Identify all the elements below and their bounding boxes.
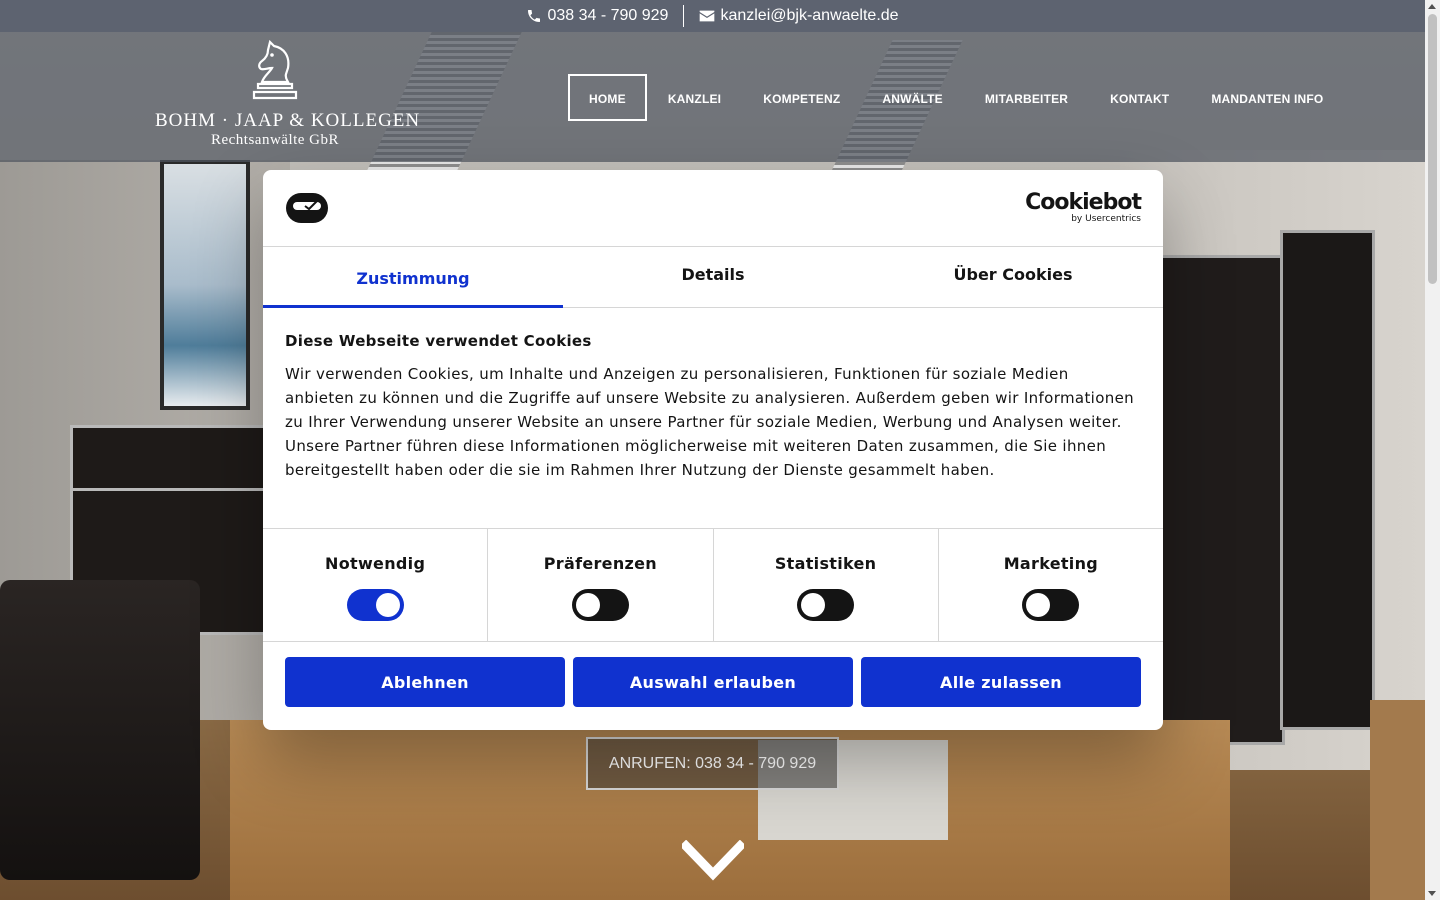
cabinet-right — [1160, 255, 1285, 745]
cabinet-right — [1280, 230, 1375, 730]
envelope-icon — [700, 10, 715, 22]
scrollbar-thumb[interactable] — [1428, 14, 1437, 284]
toggle-statistiken[interactable] — [797, 589, 855, 621]
category-label: Statistiken — [774, 554, 877, 573]
chess-knight-icon — [252, 40, 298, 100]
phone-number: 038 34 - 790 929 — [547, 7, 669, 24]
nav-item-kontakt[interactable]: KONTAKT — [1089, 74, 1190, 121]
site-logo[interactable]: BOHM · JAAP & KOLLEGEN Rechtsanwälte GbR — [155, 40, 421, 155]
cookie-categories: Notwendig Präferenzen Statistiken Market… — [263, 529, 1163, 642]
category-notwendig: Notwendig — [263, 529, 489, 641]
nav-item-mitarbeiter[interactable]: MITARBEITER — [964, 74, 1089, 121]
email-link[interactable]: kanzlei@bjk-anwaelte.de — [684, 7, 913, 25]
phone-icon — [528, 10, 541, 22]
top-contact-bar: 038 34 - 790 929 kanzlei@bjk-anwaelte.de — [0, 0, 1425, 32]
category-statistiken: Statistiken — [714, 529, 939, 641]
category-label: Notwendig — [325, 554, 426, 573]
email-address: kanzlei@bjk-anwaelte.de — [720, 7, 899, 24]
call-button[interactable]: ANRUFEN: 038 34 - 790 929 — [586, 737, 839, 790]
firm-name: BOHM · JAAP & KOLLEGEN — [155, 110, 421, 131]
nav-item-mandanten-info[interactable]: MANDANTEN INFO — [1190, 74, 1344, 121]
cookiebot-by: by Usercentrics — [1071, 214, 1141, 224]
tab-zustimmung[interactable]: Zustimmung — [263, 247, 563, 308]
toggle-praeferenzen[interactable] — [571, 589, 629, 621]
allow-all-button[interactable]: Alle zulassen — [861, 657, 1141, 707]
site-header: BOHM · JAAP & KOLLEGEN Rechtsanwälte GbR… — [0, 32, 1425, 162]
tab-ueber-cookies[interactable]: Über Cookies — [863, 247, 1163, 307]
wall-painting — [160, 160, 250, 410]
scroll-up-arrow-icon[interactable] — [1428, 4, 1436, 9]
toggle-marketing[interactable] — [1022, 589, 1080, 621]
category-praeferenzen: Präferenzen — [488, 529, 714, 641]
tab-details[interactable]: Details — [563, 247, 863, 307]
main-nav: HOME KANZLEI KOMPETENZ ANWÄLTE MITARBEIT… — [568, 74, 1344, 121]
cookie-description: Diese Webseite verwendet Cookies Wir ver… — [263, 308, 1163, 529]
firm-subtitle: Rechtsanwälte GbR — [210, 132, 340, 148]
nav-item-kompetenz[interactable]: KOMPETENZ — [742, 74, 861, 121]
scroll-down-arrow-icon[interactable] — [1428, 891, 1436, 896]
category-marketing: Marketing — [939, 529, 1163, 641]
toggle-notwendig[interactable] — [346, 589, 404, 621]
nav-item-anwaelte[interactable]: ANWÄLTE — [861, 74, 964, 121]
allow-selection-button[interactable]: Auswahl erlauben — [573, 657, 853, 707]
category-label: Präferenzen — [543, 554, 657, 573]
cookie-tabs: Zustimmung Details Über Cookies — [263, 247, 1163, 308]
deny-button[interactable]: Ablehnen — [285, 657, 565, 707]
sofa — [0, 580, 200, 880]
nav-item-kanzlei[interactable]: KANZLEI — [647, 74, 742, 121]
cookie-heading: Diese Webseite verwendet Cookies — [285, 332, 592, 350]
floor — [1370, 700, 1425, 900]
cookie-actions: Ablehnen Auswahl erlauben Alle zulassen — [263, 642, 1163, 722]
site-badge-icon — [286, 193, 328, 223]
cookiebot-logo[interactable]: Cookiebot by Usercentrics — [1025, 190, 1142, 225]
nav-item-home[interactable]: HOME — [568, 74, 647, 121]
category-label: Marketing — [1003, 554, 1099, 573]
page-scrollbar[interactable] — [1425, 0, 1440, 900]
phone-link[interactable]: 038 34 - 790 929 — [511, 7, 683, 25]
cookie-consent-dialog: Cookiebot by Usercentrics Zustimmung Det… — [263, 170, 1163, 730]
dialog-header: Cookiebot by Usercentrics — [263, 170, 1163, 247]
chevron-down-icon[interactable] — [682, 840, 744, 884]
cookie-text: Wir verwenden Cookies, um Inhalte und An… — [285, 365, 1135, 479]
cookiebot-brand: Cookiebot — [1025, 190, 1142, 215]
